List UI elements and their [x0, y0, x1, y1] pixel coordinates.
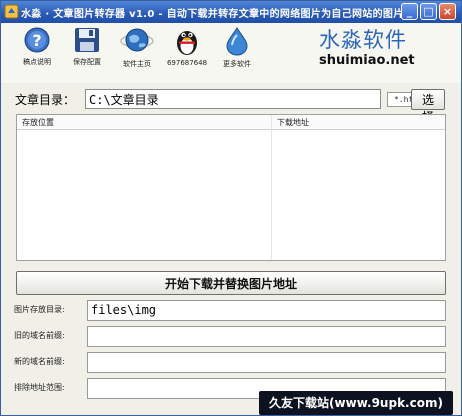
toolbar-more-software-label: 更多软件 — [223, 60, 251, 68]
window-title: 水淼 · 文章图片转存器 v1.0 - 自动下载并转存文章中的网络图片为自己网站… — [21, 9, 404, 20]
select-dir-button[interactable]: 选择 — [411, 89, 445, 124]
image-list[interactable]: 存放位置 下载地址 — [16, 114, 446, 261]
brand-name-cn: 水淼软件 — [319, 28, 407, 52]
new-domain-label: 新的域名前缀: — [14, 357, 65, 366]
globe-icon — [120, 28, 154, 52]
start-download-button[interactable]: 开始下载并替换图片地址 — [16, 271, 446, 295]
svg-text:?: ? — [32, 31, 41, 50]
article-dir-input[interactable]: C:\文章目录 *.htm — [85, 89, 425, 109]
new-domain-row: 新的域名前缀: — [14, 352, 448, 373]
save-icon — [75, 28, 99, 52]
article-dir-label: 文章目录： — [15, 93, 76, 107]
toolbar-more-software-button[interactable]: 更多软件 — [207, 26, 267, 69]
image-dir-row: 图片存放目录: files\img — [14, 300, 448, 321]
column-header-download-url[interactable]: 下载地址 — [277, 117, 309, 128]
app-icon — [4, 4, 19, 19]
watermark-banner: 久友下载站(www.9upk.com) — [259, 391, 453, 415]
old-domain-label: 旧的域名前缀: — [14, 331, 65, 340]
maximize-button[interactable]: □ — [420, 3, 437, 20]
maximize-icon: □ — [423, 5, 434, 18]
app-window: 水淼 · 文章图片转存器 v1.0 - 自动下载并转存文章中的网络图片为自己网站… — [0, 0, 462, 416]
qq-penguin-icon — [177, 31, 197, 55]
image-dir-input[interactable]: files\img — [87, 300, 446, 321]
column-header-location[interactable]: 存放位置 — [22, 117, 54, 128]
column-divider — [271, 115, 272, 260]
brand-logo: 水淼软件 shuimiao.net — [319, 27, 439, 69]
new-domain-input[interactable] — [87, 352, 446, 373]
image-dir-label: 图片存放目录: — [14, 305, 65, 314]
article-dir-value: C:\文章目录 — [89, 93, 159, 107]
help-icon: ? — [24, 27, 50, 53]
close-button[interactable]: × — [439, 3, 456, 20]
list-header: 存放位置 下载地址 — [17, 115, 445, 130]
toolbar: ? 稿点说明 保存配置 软件主页 697687648 更多软件 水淼软件 shu… — [1, 23, 461, 83]
brand-name-en: shuimiao.net — [319, 53, 415, 68]
minimize-button[interactable]: _ — [401, 3, 418, 20]
water-drop-icon — [226, 27, 248, 56]
close-icon: × — [442, 5, 453, 18]
article-dir-row: 文章目录： C:\文章目录 *.htm 选择 — [15, 89, 449, 124]
minimize-icon: _ — [406, 5, 413, 18]
old-domain-input[interactable] — [87, 326, 446, 347]
exclude-range-label: 排除地址范围: — [14, 383, 65, 392]
title-bar[interactable]: 水淼 · 文章图片转存器 v1.0 - 自动下载并转存文章中的网络图片为自己网站… — [1, 1, 461, 23]
old-domain-row: 旧的域名前缀: — [14, 326, 448, 347]
